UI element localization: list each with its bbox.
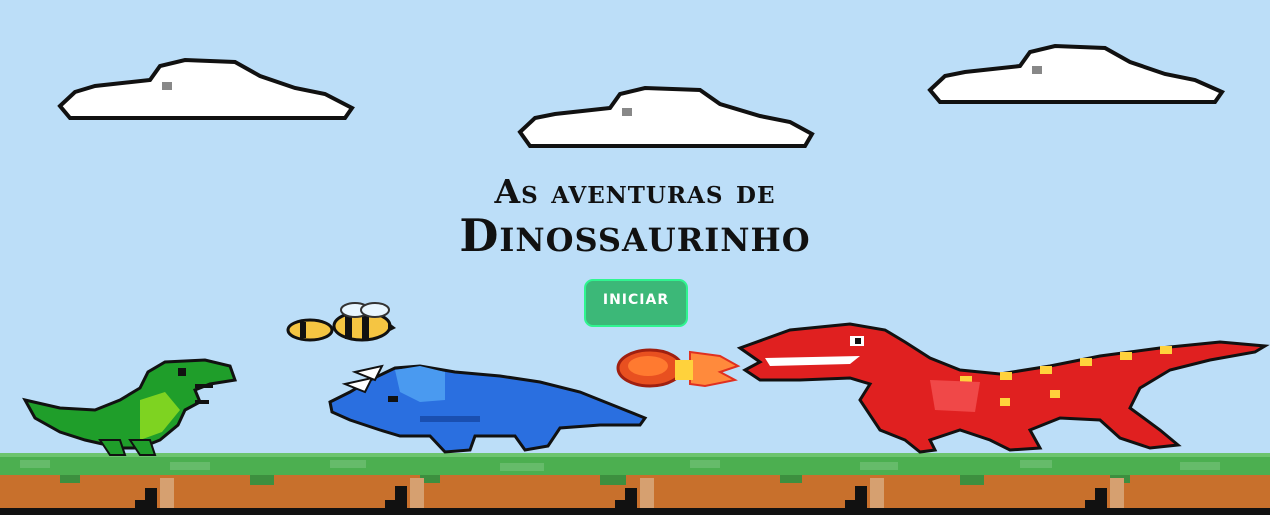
blue-dino <box>328 364 648 454</box>
cloud-icon <box>57 57 355 120</box>
title-line-2: Dinossaurinho <box>459 209 811 262</box>
game-scene: As aventuras de Dinossaurinho INICIAR <box>0 0 1270 515</box>
cloud-icon <box>517 85 815 148</box>
fireball-icon <box>616 348 741 388</box>
title-line-1: As aventuras de <box>494 172 776 211</box>
bee-icon <box>286 302 396 342</box>
cloud-icon <box>927 43 1226 104</box>
green-dino <box>22 358 238 456</box>
game-title: As aventuras de Dinossaurinho <box>0 172 1270 262</box>
start-button[interactable]: INICIAR <box>584 279 688 327</box>
ground <box>0 453 1270 515</box>
red-dino <box>736 322 1270 454</box>
